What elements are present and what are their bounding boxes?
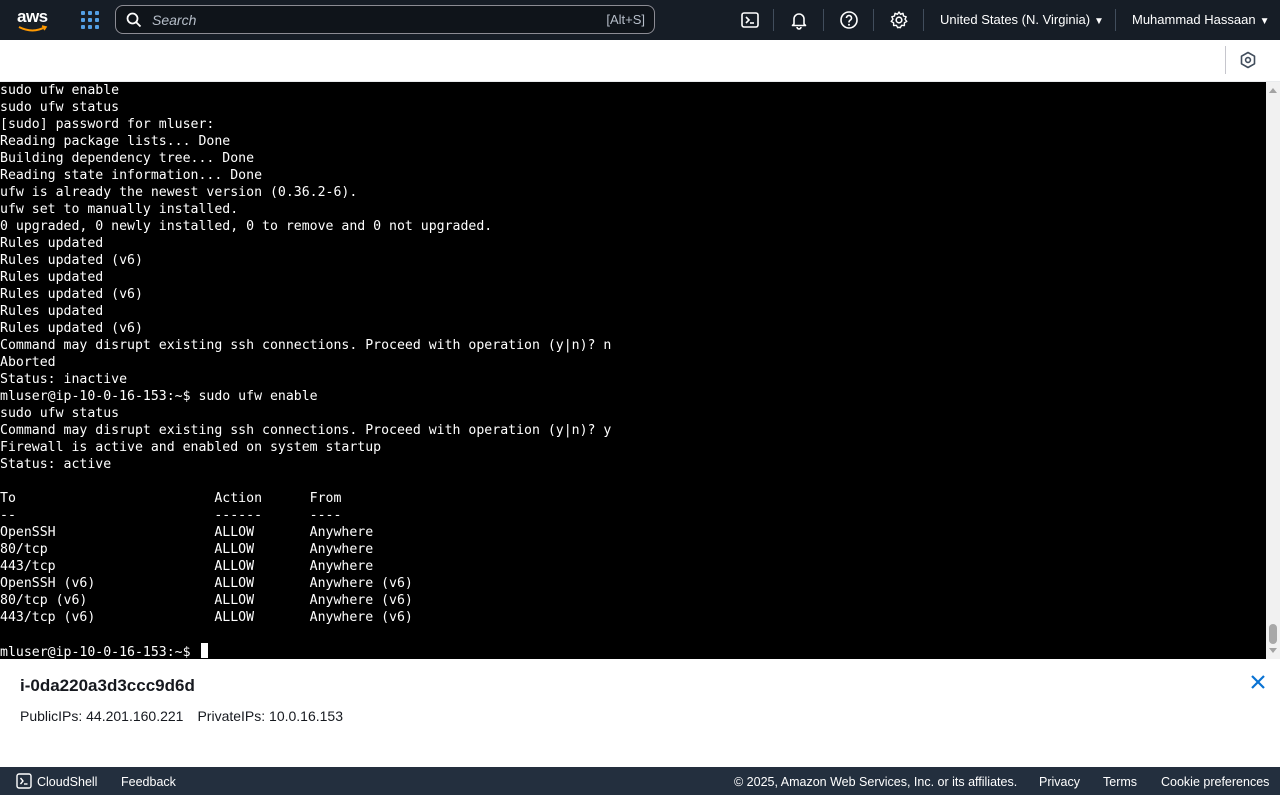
cookie-preferences-link[interactable]: Cookie preferences [1161,775,1269,789]
search-shortcut: [Alt+S] [606,12,645,27]
terminal-line: Rules updated [0,270,104,285]
aws-smile-icon [18,25,48,32]
privacy-link[interactable]: Privacy [1039,775,1080,789]
terminal-line: sudo ufw status [0,406,120,421]
cloudshell-icon[interactable] [740,10,760,30]
terminal-line: Status: inactive [0,372,128,387]
search-placeholder: Search [152,11,197,28]
instance-ips: PublicIPs: 44.201.160.221 PrivateIPs: 10.… [20,708,357,724]
terminal-line: Building dependency tree... Done [0,151,255,166]
terminal-prompt-line: mluser@ip-10-0-16-153:~$ [0,643,611,659]
chevron-down-icon: ▼ [1094,16,1104,27]
terminal-line: 443/tcp ALLOW Anywhere [0,559,374,574]
public-ips: PublicIPs: 44.201.160.221 [20,708,184,724]
copyright-text: © 2025, Amazon Web Services, Inc. or its… [734,775,1018,789]
terminal-line: Reading package lists... Done [0,134,231,149]
cloudshell-link[interactable]: CloudShell [37,775,97,789]
footer: CloudShell Feedback © 2025, Amazon Web S… [0,767,1280,795]
terminal-text: sudo ufw enable sudo ufw status [sudo] pas… [0,82,611,659]
user-name: Muhammad Hassaan [1132,12,1256,27]
terminal-line: Aborted [0,355,56,370]
account-menu[interactable]: Muhammad Hassaan ▼ [1132,12,1269,27]
terminal-line: Rules updated [0,304,104,319]
scroll-up-arrow-icon[interactable] [1269,88,1277,93]
terminal-line: To Action From [0,491,342,506]
hexagon-settings-icon[interactable] [1239,51,1257,69]
notifications-bell-icon[interactable] [789,10,809,30]
toolbar-divider [1225,46,1226,74]
terminal-line: 443/tcp (v6) ALLOW Anywhere (v6) [0,610,413,625]
services-menu-icon[interactable] [80,10,100,30]
region-label: United States (N. Virginia) [940,12,1091,27]
terminal-prompt: mluser@ip-10-0-16-153:~$ [0,645,199,659]
aws-logo-text: aws [17,7,48,26]
terminal-line: -- ------ ---- [0,508,342,523]
instance-details-panel: i-0da220a3d3ccc9d6d PublicIPs: 44.201.16… [0,660,1280,767]
terminal-line: Rules updated (v6) [0,321,143,336]
terminal-line: Command may disrupt existing ssh connect… [0,338,612,353]
scroll-thumb[interactable] [1269,624,1277,644]
secondary-toolbar [0,40,1280,82]
search-input[interactable]: Search [Alt+S] [115,5,655,34]
close-icon[interactable] [1249,673,1267,691]
chevron-down-icon: ▼ [1259,16,1270,27]
aws-logo[interactable]: aws [16,6,50,34]
feedback-link[interactable]: Feedback [121,775,176,789]
terminal-line: OpenSSH (v6) ALLOW Anywhere (v6) [0,576,413,591]
terminal-cursor [200,643,208,658]
terminal-line: Status: active [0,457,112,472]
terminal-line: Command may disrupt existing ssh connect… [0,423,612,438]
terminal-line: 80/tcp ALLOW Anywhere [0,542,374,557]
terminal-scrollbar[interactable] [1266,82,1280,659]
terminal-line: Reading state information... Done [0,168,263,183]
region-selector[interactable]: United States (N. Virginia) ▼ [940,12,1104,27]
terminal-line: [sudo] password for mluser: [0,117,215,132]
instance-id: i-0da220a3d3ccc9d6d [20,676,195,695]
terminal-line: OpenSSH ALLOW Anywhere [0,525,374,540]
help-icon[interactable] [839,10,859,30]
settings-gear-icon[interactable] [889,10,909,30]
cloudshell-icon[interactable] [16,773,32,789]
terminal-output[interactable]: sudo ufw enable sudo ufw status [sudo] pas… [0,82,1266,659]
terminal-line: 80/tcp (v6) ALLOW Anywhere (v6) [0,593,413,608]
terminal-line: ufw is already the newest version (0.36.… [0,185,358,200]
terminal-line: sudo ufw status [0,100,120,115]
top-navigation: aws Search [Alt+S] United States (N. Vir… [0,0,1280,40]
search-icon [126,12,142,27]
scroll-down-arrow-icon[interactable] [1269,648,1277,653]
terminal-line: Rules updated [0,236,104,251]
terminal-line: ufw set to manually installed. [0,202,239,217]
terminal-line: 0 upgraded, 0 newly installed, 0 to remo… [0,219,493,234]
terminal-line: Rules updated (v6) [0,253,143,268]
terms-link[interactable]: Terms [1103,775,1137,789]
terminal-line: mluser@ip-10-0-16-153:~$ sudo ufw enable [0,389,318,404]
terminal-line: Rules updated (v6) [0,287,143,302]
terminal-line: sudo ufw enable [0,83,120,98]
terminal-line: Firewall is active and enabled on system… [0,440,382,455]
private-ips: PrivateIPs: 10.0.16.153 [197,708,344,724]
